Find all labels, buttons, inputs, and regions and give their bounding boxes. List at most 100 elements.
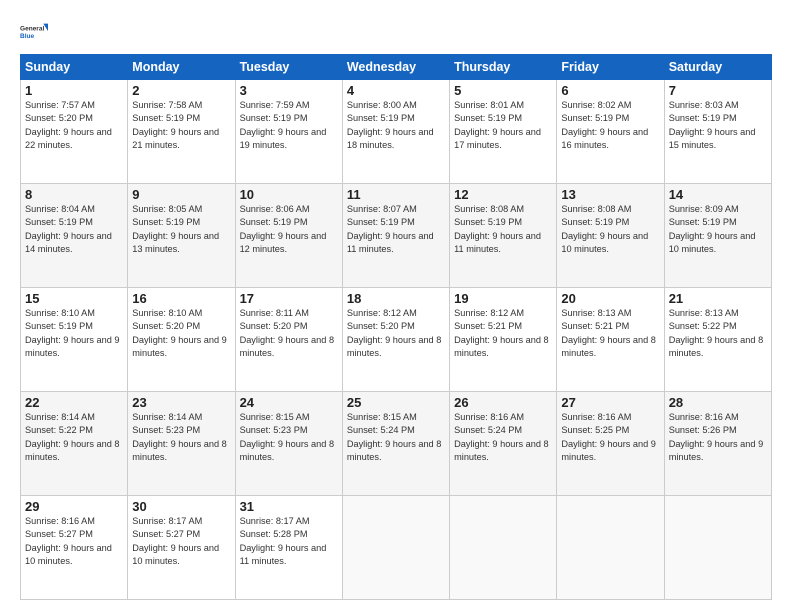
- calendar-cell: 31Sunrise: 8:17 AMSunset: 5:28 PMDayligh…: [235, 496, 342, 600]
- day-number: 14: [669, 187, 767, 202]
- calendar-cell: 17Sunrise: 8:11 AMSunset: 5:20 PMDayligh…: [235, 288, 342, 392]
- day-info: Sunrise: 8:01 AMSunset: 5:19 PMDaylight:…: [454, 99, 552, 152]
- day-number: 23: [132, 395, 230, 410]
- day-info: Sunrise: 8:10 AMSunset: 5:20 PMDaylight:…: [132, 307, 230, 360]
- day-number: 27: [561, 395, 659, 410]
- calendar-cell: 3Sunrise: 7:59 AMSunset: 5:19 PMDaylight…: [235, 80, 342, 184]
- day-info: Sunrise: 7:58 AMSunset: 5:19 PMDaylight:…: [132, 99, 230, 152]
- weekday-header: Tuesday: [235, 55, 342, 80]
- day-info: Sunrise: 8:16 AMSunset: 5:24 PMDaylight:…: [454, 411, 552, 464]
- day-info: Sunrise: 8:15 AMSunset: 5:24 PMDaylight:…: [347, 411, 445, 464]
- day-info: Sunrise: 7:57 AMSunset: 5:20 PMDaylight:…: [25, 99, 123, 152]
- day-info: Sunrise: 8:10 AMSunset: 5:19 PMDaylight:…: [25, 307, 123, 360]
- calendar-cell: 15Sunrise: 8:10 AMSunset: 5:19 PMDayligh…: [21, 288, 128, 392]
- day-number: 25: [347, 395, 445, 410]
- empty-cell: [664, 496, 771, 600]
- empty-cell: [342, 496, 449, 600]
- day-number: 31: [240, 499, 338, 514]
- day-info: Sunrise: 8:04 AMSunset: 5:19 PMDaylight:…: [25, 203, 123, 256]
- calendar-cell: 21Sunrise: 8:13 AMSunset: 5:22 PMDayligh…: [664, 288, 771, 392]
- calendar-cell: 18Sunrise: 8:12 AMSunset: 5:20 PMDayligh…: [342, 288, 449, 392]
- day-number: 6: [561, 83, 659, 98]
- day-number: 24: [240, 395, 338, 410]
- day-number: 26: [454, 395, 552, 410]
- day-number: 8: [25, 187, 123, 202]
- day-number: 10: [240, 187, 338, 202]
- day-number: 16: [132, 291, 230, 306]
- day-number: 1: [25, 83, 123, 98]
- day-info: Sunrise: 8:03 AMSunset: 5:19 PMDaylight:…: [669, 99, 767, 152]
- header: GeneralBlue: [20, 18, 772, 46]
- calendar-cell: 28Sunrise: 8:16 AMSunset: 5:26 PMDayligh…: [664, 392, 771, 496]
- empty-cell: [450, 496, 557, 600]
- day-number: 9: [132, 187, 230, 202]
- day-info: Sunrise: 8:16 AMSunset: 5:26 PMDaylight:…: [669, 411, 767, 464]
- calendar-cell: 16Sunrise: 8:10 AMSunset: 5:20 PMDayligh…: [128, 288, 235, 392]
- weekday-header: Monday: [128, 55, 235, 80]
- calendar-cell: 12Sunrise: 8:08 AMSunset: 5:19 PMDayligh…: [450, 184, 557, 288]
- day-number: 13: [561, 187, 659, 202]
- calendar-cell: 25Sunrise: 8:15 AMSunset: 5:24 PMDayligh…: [342, 392, 449, 496]
- weekday-header: Thursday: [450, 55, 557, 80]
- day-info: Sunrise: 8:09 AMSunset: 5:19 PMDaylight:…: [669, 203, 767, 256]
- day-number: 30: [132, 499, 230, 514]
- day-info: Sunrise: 8:06 AMSunset: 5:19 PMDaylight:…: [240, 203, 338, 256]
- day-number: 7: [669, 83, 767, 98]
- calendar-cell: 8Sunrise: 8:04 AMSunset: 5:19 PMDaylight…: [21, 184, 128, 288]
- day-number: 22: [25, 395, 123, 410]
- day-info: Sunrise: 8:08 AMSunset: 5:19 PMDaylight:…: [561, 203, 659, 256]
- day-info: Sunrise: 8:17 AMSunset: 5:27 PMDaylight:…: [132, 515, 230, 568]
- day-info: Sunrise: 8:14 AMSunset: 5:23 PMDaylight:…: [132, 411, 230, 464]
- day-number: 20: [561, 291, 659, 306]
- day-info: Sunrise: 8:12 AMSunset: 5:21 PMDaylight:…: [454, 307, 552, 360]
- empty-cell: [557, 496, 664, 600]
- svg-text:General: General: [20, 26, 44, 33]
- logo-icon: GeneralBlue: [20, 18, 48, 46]
- day-number: 18: [347, 291, 445, 306]
- calendar-cell: 20Sunrise: 8:13 AMSunset: 5:21 PMDayligh…: [557, 288, 664, 392]
- day-number: 5: [454, 83, 552, 98]
- calendar-cell: 29Sunrise: 8:16 AMSunset: 5:27 PMDayligh…: [21, 496, 128, 600]
- day-number: 3: [240, 83, 338, 98]
- day-info: Sunrise: 8:15 AMSunset: 5:23 PMDaylight:…: [240, 411, 338, 464]
- day-number: 19: [454, 291, 552, 306]
- day-info: Sunrise: 8:12 AMSunset: 5:20 PMDaylight:…: [347, 307, 445, 360]
- day-number: 28: [669, 395, 767, 410]
- calendar-cell: 4Sunrise: 8:00 AMSunset: 5:19 PMDaylight…: [342, 80, 449, 184]
- logo: GeneralBlue: [20, 18, 48, 46]
- day-info: Sunrise: 8:17 AMSunset: 5:28 PMDaylight:…: [240, 515, 338, 568]
- day-info: Sunrise: 8:11 AMSunset: 5:20 PMDaylight:…: [240, 307, 338, 360]
- calendar-cell: 26Sunrise: 8:16 AMSunset: 5:24 PMDayligh…: [450, 392, 557, 496]
- calendar-cell: 10Sunrise: 8:06 AMSunset: 5:19 PMDayligh…: [235, 184, 342, 288]
- day-info: Sunrise: 8:02 AMSunset: 5:19 PMDaylight:…: [561, 99, 659, 152]
- calendar-cell: 9Sunrise: 8:05 AMSunset: 5:19 PMDaylight…: [128, 184, 235, 288]
- calendar-cell: 2Sunrise: 7:58 AMSunset: 5:19 PMDaylight…: [128, 80, 235, 184]
- calendar-cell: 11Sunrise: 8:07 AMSunset: 5:19 PMDayligh…: [342, 184, 449, 288]
- calendar-cell: 23Sunrise: 8:14 AMSunset: 5:23 PMDayligh…: [128, 392, 235, 496]
- calendar-page: GeneralBlue SundayMondayTuesdayWednesday…: [0, 0, 792, 612]
- day-info: Sunrise: 8:00 AMSunset: 5:19 PMDaylight:…: [347, 99, 445, 152]
- day-number: 21: [669, 291, 767, 306]
- weekday-header: Saturday: [664, 55, 771, 80]
- day-number: 4: [347, 83, 445, 98]
- calendar-cell: 30Sunrise: 8:17 AMSunset: 5:27 PMDayligh…: [128, 496, 235, 600]
- calendar-cell: 13Sunrise: 8:08 AMSunset: 5:19 PMDayligh…: [557, 184, 664, 288]
- day-number: 17: [240, 291, 338, 306]
- calendar-cell: 19Sunrise: 8:12 AMSunset: 5:21 PMDayligh…: [450, 288, 557, 392]
- day-number: 29: [25, 499, 123, 514]
- weekday-header: Friday: [557, 55, 664, 80]
- day-info: Sunrise: 8:14 AMSunset: 5:22 PMDaylight:…: [25, 411, 123, 464]
- day-number: 15: [25, 291, 123, 306]
- calendar-cell: 1Sunrise: 7:57 AMSunset: 5:20 PMDaylight…: [21, 80, 128, 184]
- day-number: 2: [132, 83, 230, 98]
- calendar-cell: 22Sunrise: 8:14 AMSunset: 5:22 PMDayligh…: [21, 392, 128, 496]
- calendar-cell: 6Sunrise: 8:02 AMSunset: 5:19 PMDaylight…: [557, 80, 664, 184]
- day-info: Sunrise: 8:13 AMSunset: 5:21 PMDaylight:…: [561, 307, 659, 360]
- calendar-cell: 24Sunrise: 8:15 AMSunset: 5:23 PMDayligh…: [235, 392, 342, 496]
- calendar-cell: 27Sunrise: 8:16 AMSunset: 5:25 PMDayligh…: [557, 392, 664, 496]
- weekday-header: Wednesday: [342, 55, 449, 80]
- day-info: Sunrise: 8:05 AMSunset: 5:19 PMDaylight:…: [132, 203, 230, 256]
- weekday-header: Sunday: [21, 55, 128, 80]
- day-info: Sunrise: 8:07 AMSunset: 5:19 PMDaylight:…: [347, 203, 445, 256]
- svg-text:Blue: Blue: [20, 33, 34, 40]
